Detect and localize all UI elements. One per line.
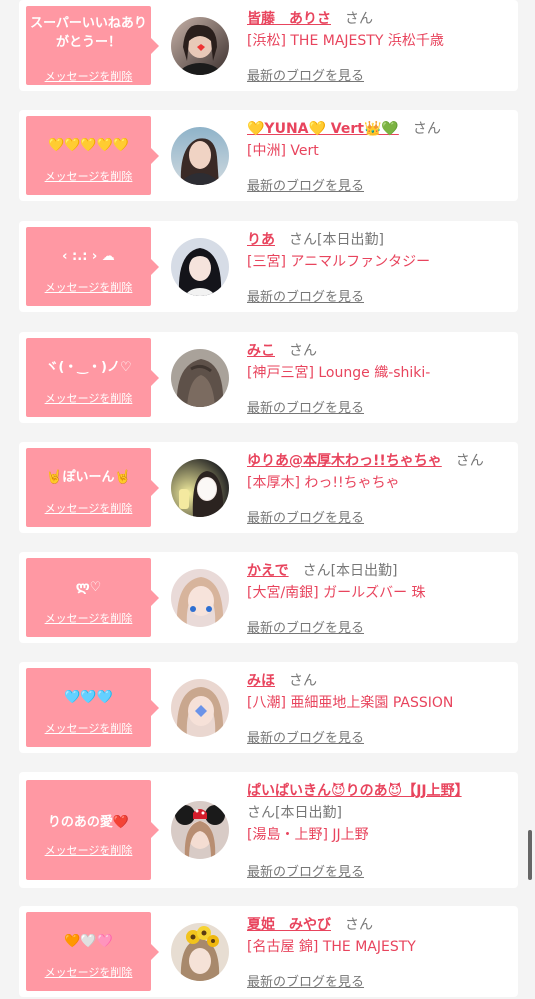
message-text: 🩵🩵🩵 [64,690,113,705]
message-text: りのあの愛❤️ [47,815,130,830]
message-card: スーパーいいねありがとうー！ メッセージを削除 皆藤 ありさ さん [浜松] T… [19,0,518,91]
card-info: りあ さん[本日出勤] [三宮] アニマルファンタジー [247,229,510,273]
latest-blog-link[interactable]: 最新のブログを見る [247,727,364,746]
name-suffix: さん [455,453,484,469]
message-text: 🤘ぽいーん🤘 [46,470,131,485]
avatar[interactable] [171,679,229,737]
shop-label: [八潮] 亜細亜地上楽園 PASSION [247,695,454,711]
delete-message-link[interactable]: メッセージを削除 [26,390,151,406]
message-card: ‹ :.: › ☁ メッセージを削除 りあ さん[本日出勤] [三宮] アニマル… [19,221,518,312]
shop-label: [名古屋 錦] THE MAJESTY [247,939,416,955]
cast-name-link[interactable]: 💛YUNA💛 Vert👑💚 [247,121,399,137]
card-info: 皆藤 ありさ さん [浜松] THE MAJESTY 浜松千歳 [247,8,510,52]
message-card: 🩵🩵🩵 メッセージを削除 みほ さん [八潮] 亜細亜地上楽園 PASSION … [19,662,518,753]
message-bubble: 🤘ぽいーん🤘 メッセージを削除 [26,448,159,527]
latest-blog-link[interactable]: 最新のブログを見る [247,65,364,84]
message-bubble: 🩵🩵🩵 メッセージを削除 [26,668,159,747]
latest-blog-link[interactable]: 最新のブログを見る [247,286,364,305]
message-bubble: スーパーいいねありがとうー！ メッセージを削除 [26,6,159,85]
message-card: ヾ(・‿・)ノ♡ メッセージを削除 みこ さん [神戸三宮] Lounge 織-… [19,332,518,423]
delete-message-link[interactable]: メッセージを削除 [26,168,151,184]
cast-name-link[interactable]: 皆藤 ありさ [247,11,331,27]
name-suffix: さん[本日出勤] [289,232,384,248]
name-suffix: さん [289,343,317,359]
avatar[interactable] [171,569,229,627]
message-bubble: りのあの愛❤️ メッセージを削除 [26,780,159,880]
card-info: みこ さん [神戸三宮] Lounge 織-shiki- [247,340,510,384]
avatar[interactable] [171,127,229,185]
cast-name-link[interactable]: みこ [247,343,275,359]
delete-message-link[interactable]: メッセージを削除 [26,964,151,980]
shop-label: [湯島・上野] JJ上野 [247,827,369,843]
name-suffix: さん [289,673,317,689]
message-bubble: 💛💛💛💛💛 メッセージを削除 [26,116,159,195]
delete-message-link[interactable]: メッセージを削除 [26,842,151,858]
message-text: ヾ(・‿・)ノ♡ [45,360,132,375]
cast-name-link[interactable]: かえで [247,563,289,579]
cast-name-link[interactable]: ゆりあ@本厚木わっ!!ちゃちゃ [247,453,442,469]
shop-label: [中洲] Vert [247,143,319,159]
message-bubble: 🧡🤍🩷 メッセージを削除 [26,912,159,991]
cast-name-link[interactable]: みほ [247,673,275,689]
avatar[interactable] [171,349,229,407]
message-bubble: ヾ(・‿・)ノ♡ メッセージを削除 [26,338,159,417]
avatar[interactable] [171,459,229,517]
card-info: みほ さん [八潮] 亜細亜地上楽園 PASSION [247,670,510,714]
card-info: かえで さん[本日出勤] [大宮/南銀] ガールズバー 珠 [247,560,510,604]
message-card: ლ♡ メッセージを削除 かえで さん[本日出勤] [大宮/南銀] ガールズバー … [19,552,518,643]
delete-message-link[interactable]: メッセージを削除 [26,279,151,295]
avatar[interactable] [171,923,229,981]
cast-name-link[interactable]: ぱいぱいきん😈りのあ😈【JJ上野】 [247,783,462,799]
name-suffix: さん[本日出勤] [302,563,398,579]
avatar[interactable] [171,801,229,859]
card-info: ぱいぱいきん😈りのあ😈【JJ上野】 さん[本日出勤] [湯島・上野] JJ上野 [247,780,510,846]
delete-message-link[interactable]: メッセージを削除 [26,720,151,736]
name-suffix: さん [345,11,373,27]
cast-name-link[interactable]: りあ [247,232,275,248]
message-text: ‹ :.: › ☁ [62,249,115,264]
shop-label: [大宮/南銀] ガールズバー 珠 [247,585,426,601]
card-info: ゆりあ@本厚木わっ!!ちゃちゃ さん [本厚木] わっ!!ちゃちゃ [247,450,510,494]
message-bubble: ‹ :.: › ☁ メッセージを削除 [26,227,159,306]
avatar[interactable] [171,17,229,75]
shop-label: [三宮] アニマルファンタジー [247,254,431,270]
latest-blog-link[interactable]: 最新のブログを見る [247,175,364,194]
latest-blog-link[interactable]: 最新のブログを見る [247,507,364,526]
message-card: 💛💛💛💛💛 メッセージを削除 💛YUNA💛 Vert👑💚 さん [中洲] Ver… [19,110,518,201]
message-text: スーパーいいねありがとうー！ [30,16,147,50]
name-suffix: さん [345,917,373,933]
shop-label: [浜松] THE MAJESTY 浜松千歳 [247,33,444,49]
message-card: りのあの愛❤️ メッセージを削除 ぱいぱいきん😈りのあ😈【JJ上野】 さん[本日… [19,772,518,888]
avatar[interactable] [171,238,229,296]
latest-blog-link[interactable]: 最新のブログを見る [247,971,364,990]
vertical-scrollbar[interactable] [528,830,532,880]
message-card: 🤘ぽいーん🤘 メッセージを削除 ゆりあ@本厚木わっ!!ちゃちゃ さん [本厚木]… [19,442,518,533]
card-info: 夏姫 みやび さん [名古屋 錦] THE MAJESTY [247,914,510,958]
message-card: 🧡🤍🩷 メッセージを削除 夏姫 みやび さん [名古屋 錦] THE MAJES… [19,906,518,997]
card-info: 💛YUNA💛 Vert👑💚 さん [中洲] Vert [247,118,510,162]
name-suffix: さん [412,121,441,137]
shop-label: [神戸三宮] Lounge 織-shiki- [247,365,431,381]
delete-message-link[interactable]: メッセージを削除 [26,68,151,84]
delete-message-link[interactable]: メッセージを削除 [26,500,151,516]
message-text: 💛💛💛💛💛 [48,138,129,153]
cast-name-link[interactable]: 夏姫 みやび [247,917,331,933]
shop-label: [本厚木] わっ!!ちゃちゃ [247,475,400,491]
latest-blog-link[interactable]: 最新のブログを見る [247,617,364,636]
latest-blog-link[interactable]: 最新のブログを見る [247,861,364,880]
message-text: 🧡🤍🩷 [64,934,113,949]
message-bubble: ლ♡ メッセージを削除 [26,558,159,637]
name-suffix: さん[本日出勤] [247,805,342,821]
message-text: ლ♡ [75,580,102,595]
latest-blog-link[interactable]: 最新のブログを見る [247,397,364,416]
delete-message-link[interactable]: メッセージを削除 [26,610,151,626]
